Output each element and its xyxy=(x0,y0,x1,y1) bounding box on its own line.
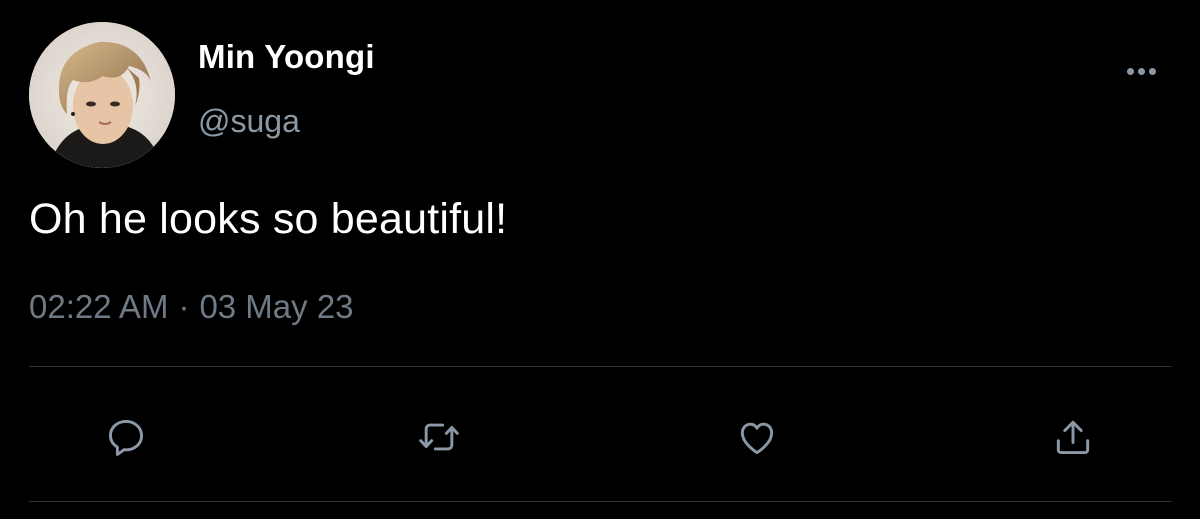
heart-icon xyxy=(740,422,774,455)
retweet-arrows-icon xyxy=(419,423,459,451)
more-horizontal-icon-dot xyxy=(1137,67,1145,75)
reply-button[interactable] xyxy=(99,410,153,464)
like-button[interactable] xyxy=(730,410,784,464)
speech-bubble-icon xyxy=(108,419,144,456)
tweet-card: Min Yoongi @suga Oh he looks so beautifu… xyxy=(0,0,1200,519)
share-button[interactable] xyxy=(1046,410,1100,464)
more-options-button[interactable] xyxy=(1118,58,1164,84)
divider xyxy=(29,501,1172,502)
share-upload-icon xyxy=(1056,420,1090,455)
more-horizontal-icon-dot xyxy=(1148,67,1156,75)
timestamp-separator: · xyxy=(178,288,190,325)
tweet-timestamp[interactable]: 02:22 AM · 03 May 23 xyxy=(29,288,354,326)
divider xyxy=(29,366,1172,367)
display-name[interactable]: Min Yoongi xyxy=(198,38,375,76)
user-handle[interactable]: @suga xyxy=(198,103,300,140)
more-horizontal-icon xyxy=(1126,67,1134,75)
retweet-button[interactable] xyxy=(412,410,466,464)
tweet-time: 02:22 AM xyxy=(29,288,169,325)
avatar-image xyxy=(29,22,175,168)
tweet-text: Oh he looks so beautiful! xyxy=(29,195,508,243)
tweet-date: 03 May 23 xyxy=(199,288,354,325)
avatar[interactable] xyxy=(29,22,175,168)
